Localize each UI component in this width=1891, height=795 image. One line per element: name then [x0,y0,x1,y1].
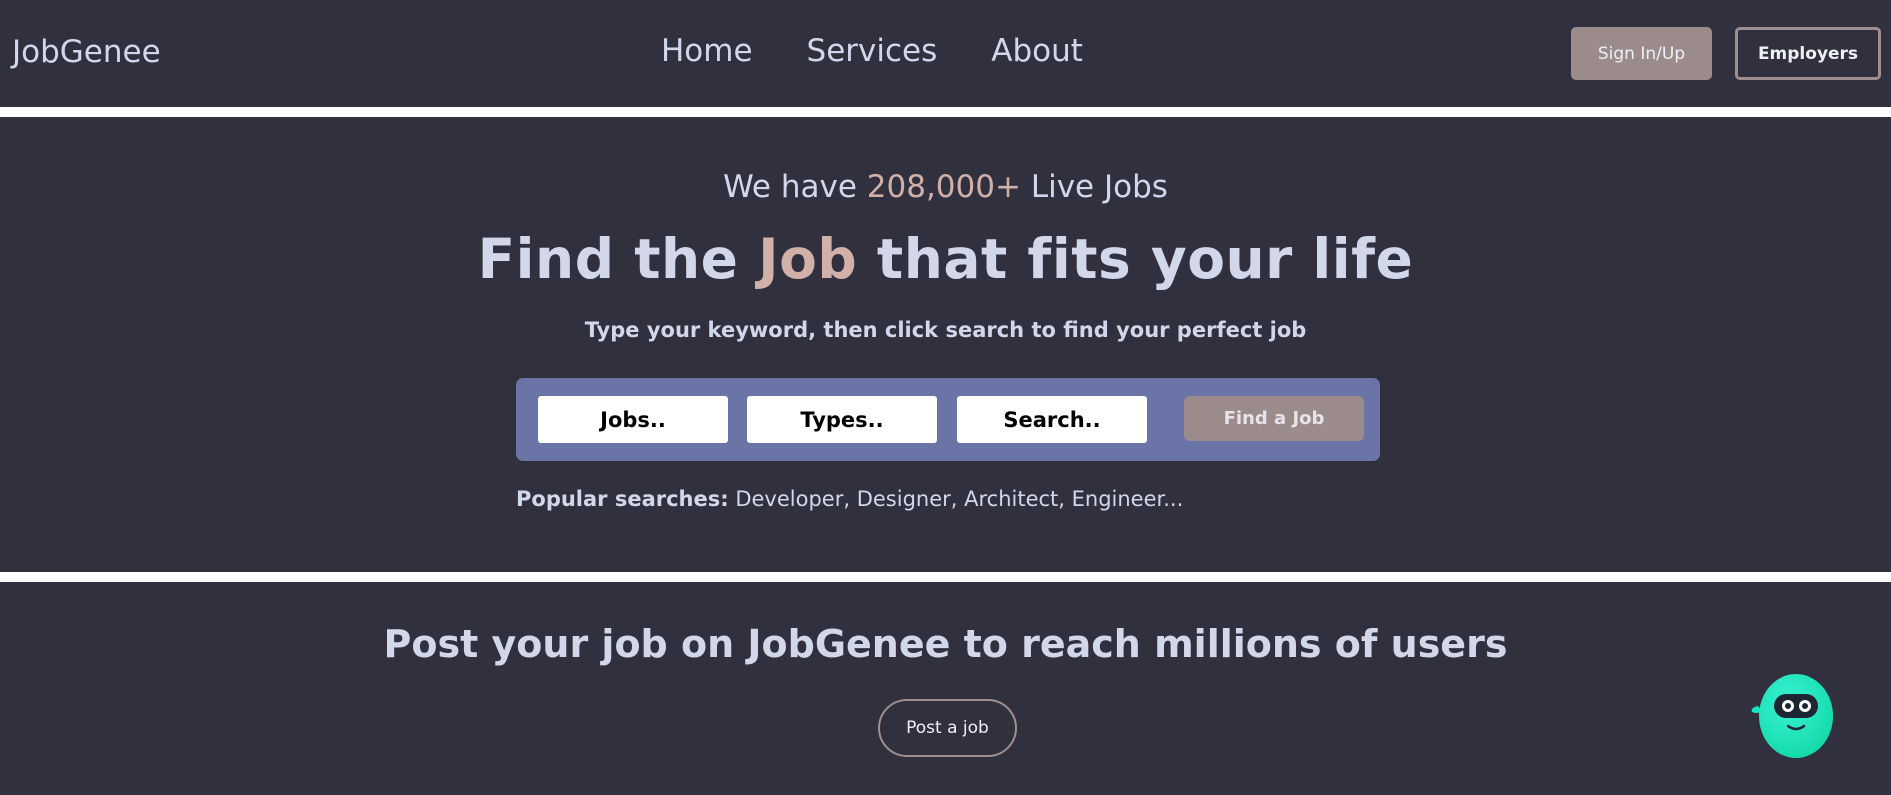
post-job-section: Post your job on JobGenee to reach milli… [0,582,1891,795]
popular-searches-items[interactable]: Developer, Designer, Architect, Engineer… [735,487,1183,511]
hero-section: We have 208,000+ Live Jobs Find the Job … [0,117,1891,572]
jobs-input[interactable]: Jobs.. [538,396,728,443]
live-jobs-prefix: We have [723,169,857,205]
hero-title-accent: Job [758,227,858,291]
hero-title-suffix: that fits your life [876,227,1414,291]
popular-searches: Popular searches: Developer, Designer, A… [516,487,1183,511]
nav-links: Home Services About [661,33,1137,69]
live-jobs-text: We have 208,000+ Live Jobs [0,169,1891,205]
types-input[interactable]: Types.. [747,396,937,443]
search-panel: Jobs.. Types.. Search.. Find a Job [516,378,1380,461]
find-job-button[interactable]: Find a Job [1184,396,1364,441]
popular-searches-label: Popular searches: [516,487,729,511]
hero-title: Find the Job that fits your life [0,227,1891,291]
live-jobs-suffix: Live Jobs [1030,169,1168,205]
hero-title-prefix: Find the [477,227,739,291]
post-job-title: Post your job on JobGenee to reach milli… [383,622,1508,666]
live-jobs-count: 208,000+ [866,169,1021,205]
search-input[interactable]: Search.. [957,396,1147,443]
search-hint: Type your keyword, then click search to … [584,318,1307,342]
post-job-button[interactable]: Post a job [878,699,1017,757]
chatbot-mascot-icon[interactable] [1746,672,1836,762]
nav-link-about[interactable]: About [991,33,1083,69]
nav-link-services[interactable]: Services [807,33,938,69]
nav-link-home[interactable]: Home [661,33,753,69]
employers-button[interactable]: Employers [1735,27,1881,80]
signin-button[interactable]: Sign In/Up [1571,27,1712,80]
brand-logo[interactable]: JobGenee [12,34,161,70]
navbar: JobGenee Home Services About Sign In/Up … [0,0,1891,107]
